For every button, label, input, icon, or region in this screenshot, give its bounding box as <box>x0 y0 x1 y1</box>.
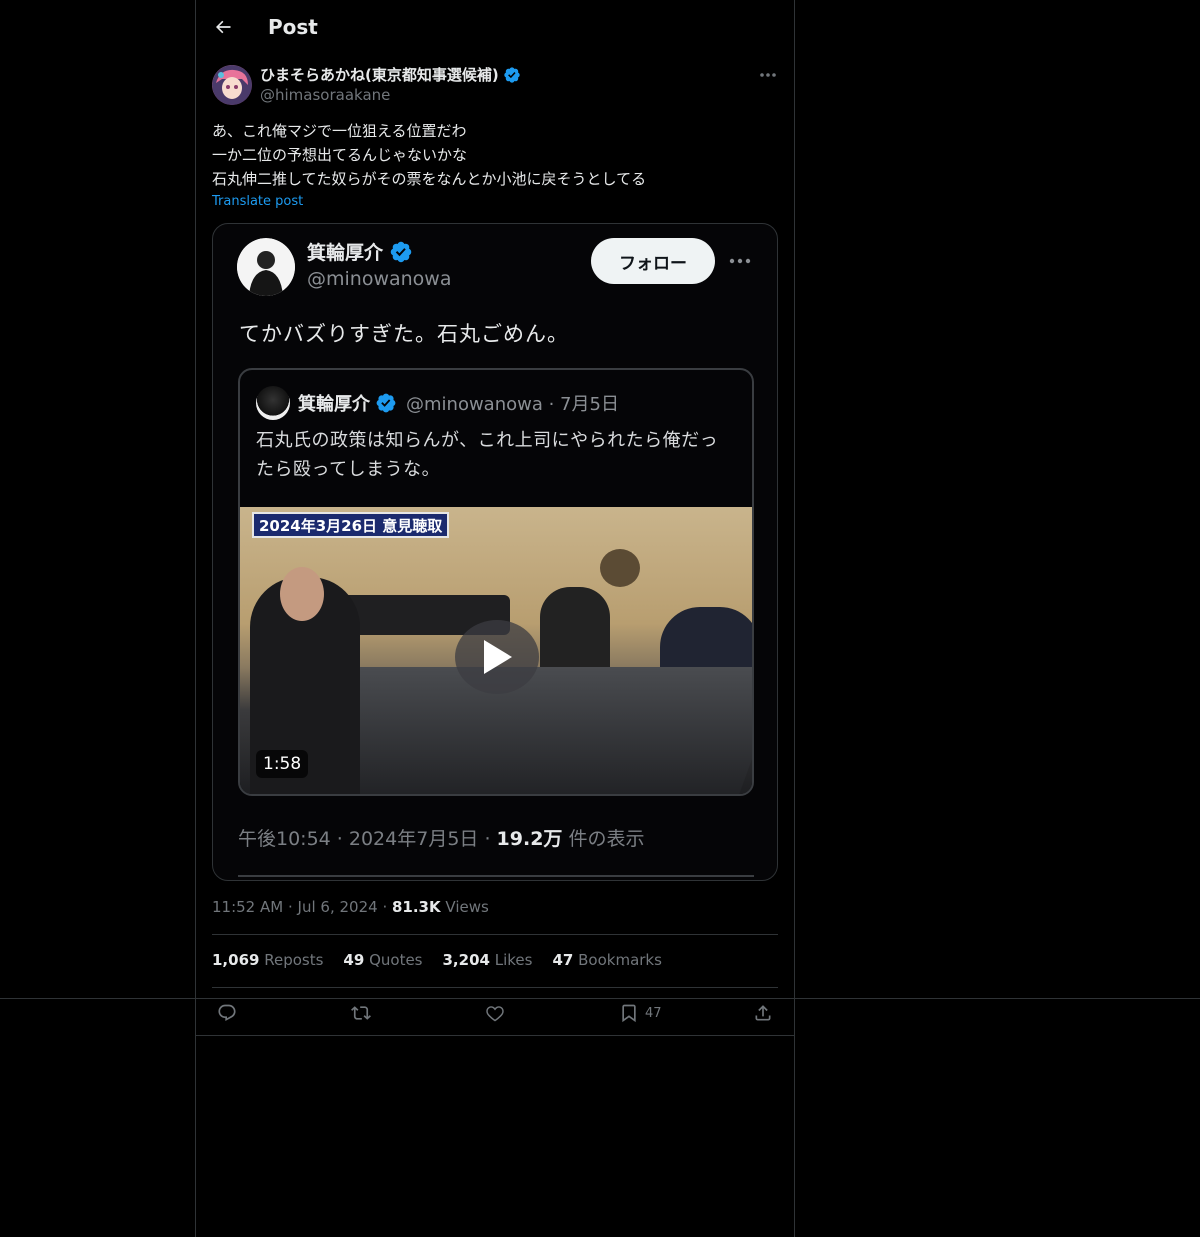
meta-separator: · <box>287 898 298 916</box>
reposts-stat[interactable]: 1,069 Reposts <box>212 951 323 969</box>
likes-label: Likes <box>494 951 533 969</box>
likes-count: 3,204 <box>442 951 490 969</box>
reposts-label: Reposts <box>264 951 324 969</box>
quote-handle-date: @minowanowa · 7月5日 <box>406 394 619 415</box>
repost-icon <box>351 1006 371 1020</box>
embedded-meta-views-label: 件の表示 <box>562 828 645 850</box>
bookmark-button[interactable]: 47 <box>619 1000 662 1026</box>
likes-stat[interactable]: 3,204 Likes <box>443 951 533 969</box>
page-title: Post <box>268 15 318 39</box>
reposts-count: 1,069 <box>212 951 260 969</box>
avatar-image <box>212 65 252 105</box>
quotes-label: Quotes <box>369 951 423 969</box>
views-count: 81.3K <box>391 898 441 916</box>
back-button[interactable] <box>207 11 239 43</box>
author-name[interactable]: ひまそらあかね(東京都知事選候補) <box>260 64 499 85</box>
views-label: Views <box>445 898 489 916</box>
meta-separator: · <box>382 898 392 916</box>
divider <box>212 987 778 988</box>
bookmark-count: 47 <box>645 1005 662 1021</box>
embedded-meta-time: 午後10:54 · 2024年7月5日 · <box>238 828 497 850</box>
post-text: あ、これ俺マジで一位狙える位置だわ 一か二位の予想出てるんじゃないかな 石丸伸二… <box>212 119 778 191</box>
embedded-meta-views: 19.2万 <box>496 828 563 850</box>
play-icon <box>455 620 539 694</box>
video-duration: 1:58 <box>256 750 309 778</box>
post-media-image[interactable]: 箕輪厚介 @minowanowa フォロー てかバズりすぎた。石丸ごめん。 箕輪… <box>212 223 778 881</box>
embedded-author-name: 箕輪厚介 <box>307 242 384 264</box>
embedded-avatar <box>237 238 295 296</box>
heart-icon <box>486 1006 504 1022</box>
arrow-left-icon <box>216 20 231 34</box>
quotes-count: 49 <box>343 951 365 969</box>
post-meta: 11:52 AM · Jul 6, 2024 · 81.3K Views <box>212 898 489 916</box>
divider <box>238 875 754 877</box>
share-icon <box>755 1005 771 1021</box>
reply-icon <box>218 1004 236 1022</box>
embedded-follow-button: フォロー <box>591 238 715 284</box>
bookmarks-count: 47 <box>552 951 574 969</box>
divider <box>0 998 1200 999</box>
quote-avatar <box>256 386 290 420</box>
post-text-line: あ、これ俺マジで一位狙える位置だわ <box>212 122 467 140</box>
divider <box>212 934 778 935</box>
video-caption-banner: 2024年3月26日 意見聴取 <box>252 512 450 538</box>
post-text-line: 石丸伸二推してた奴らがその票をなんとか小池に戻そうとしてる <box>212 170 647 188</box>
repost-button[interactable] <box>351 1000 371 1026</box>
translate-post-link[interactable]: Translate post <box>212 194 303 209</box>
post-time[interactable]: 11:52 AM <box>212 898 283 916</box>
post-text-line: 一か二位の予想出てるんじゃないかな <box>212 146 468 164</box>
bookmarks-label: Bookmarks <box>578 951 662 969</box>
quotes-stat[interactable]: 49 Quotes <box>343 951 422 969</box>
verified-badge-icon <box>390 241 412 262</box>
embedded-post-text: てかバズりすぎた。石丸ごめん。 <box>239 322 569 346</box>
bookmark-icon <box>622 1004 636 1023</box>
quote-text: 石丸氏の政策は知らんが、これ上司にやられたら俺だったら殴ってしまうな。 <box>256 430 719 480</box>
bookmarks-stat[interactable]: 47 Bookmarks <box>552 951 661 969</box>
author-handle[interactable]: @himasoraakane <box>260 86 390 104</box>
embedded-quote-card: 箕輪厚介 @minowanowa · 7月5日 石丸氏の政策は知らんが、これ上司… <box>238 368 754 796</box>
avatar[interactable] <box>212 65 252 105</box>
post-date[interactable]: Jul 6, 2024 <box>298 898 378 916</box>
quote-author-name: 箕輪厚介 <box>298 394 370 415</box>
divider <box>195 1035 795 1036</box>
share-button[interactable] <box>753 1000 773 1026</box>
engagement-stats: 1,069 Reposts 49 Quotes 3,204 Likes 47 B… <box>212 951 662 969</box>
more-icon <box>760 73 776 77</box>
embedded-meta: 午後10:54 · 2024年7月5日 · 19.2万 件の表示 <box>238 824 644 851</box>
more-icon <box>727 250 753 272</box>
reply-button[interactable] <box>217 1000 237 1026</box>
more-options-button[interactable] <box>756 64 780 86</box>
verified-badge-icon <box>504 66 520 83</box>
verified-badge-icon <box>376 393 396 413</box>
quote-video: 2024年3月26日 意見聴取 1:58 <box>240 507 752 794</box>
like-button[interactable] <box>485 1000 505 1026</box>
embedded-author-handle: @minowanowa <box>307 268 452 290</box>
